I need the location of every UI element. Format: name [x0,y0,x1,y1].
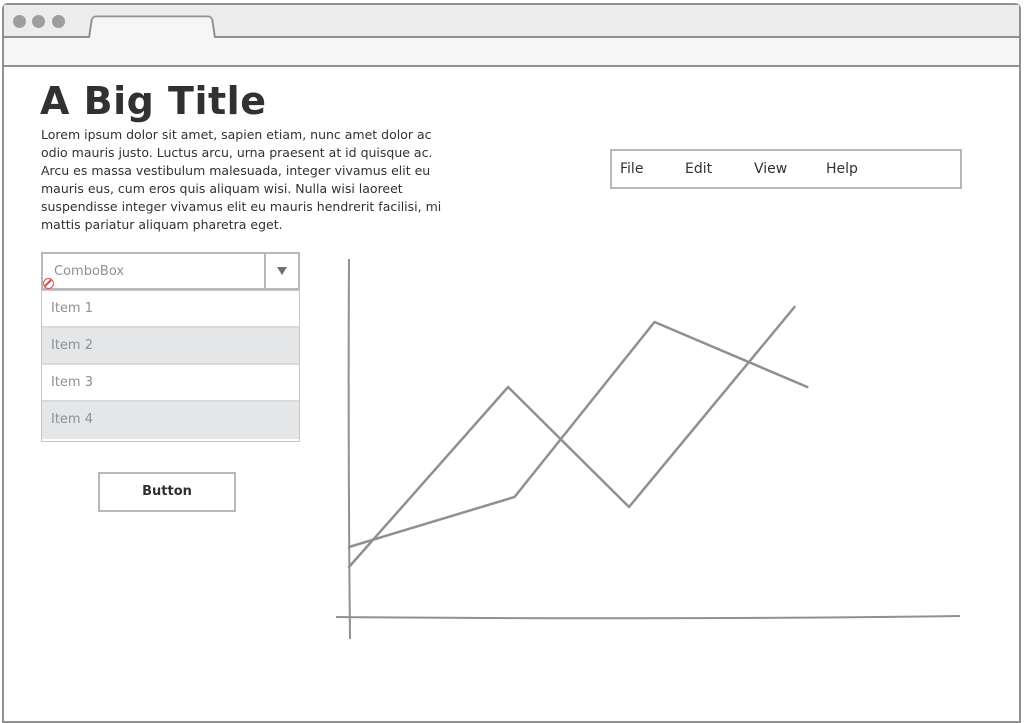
list-item[interactable]: Item 3 [42,365,299,402]
y-axis [347,258,351,640]
browser-tab[interactable] [88,15,216,39]
chevron-down-icon [277,267,287,275]
primary-button[interactable]: Button [98,472,236,512]
combobox-toggle[interactable] [264,254,298,288]
x-axis [335,615,961,620]
combobox[interactable]: ComboBox [41,252,300,290]
window-minimize-dot[interactable] [32,15,45,28]
combobox-value: ComboBox [54,264,125,279]
no-image-icon [43,278,54,289]
line-chart [335,258,961,640]
window-close-dot[interactable] [13,15,26,28]
series-line-2 [347,320,809,549]
list-item[interactable]: Item 1 [42,291,299,328]
combobox-dropdown-list: Item 1 Item 2 Item 3 Item 4 [41,290,300,442]
menu-item-edit[interactable]: Edit [685,161,712,177]
list-item[interactable]: Item 2 [42,328,299,365]
menu-bar: File Edit View Help [610,149,962,189]
address-bar[interactable] [4,38,1019,67]
window-maximize-dot[interactable] [52,15,65,28]
body-paragraph: Lorem ipsum dolor sit amet, sapien etiam… [41,127,442,232]
menu-item-view[interactable]: View [754,161,787,177]
menu-item-help[interactable]: Help [826,161,858,177]
menu-item-file[interactable]: File [620,161,643,177]
window-titlebar [4,5,1019,39]
page-title: A Big Title [40,79,267,123]
list-item[interactable]: Item 4 [42,402,299,439]
